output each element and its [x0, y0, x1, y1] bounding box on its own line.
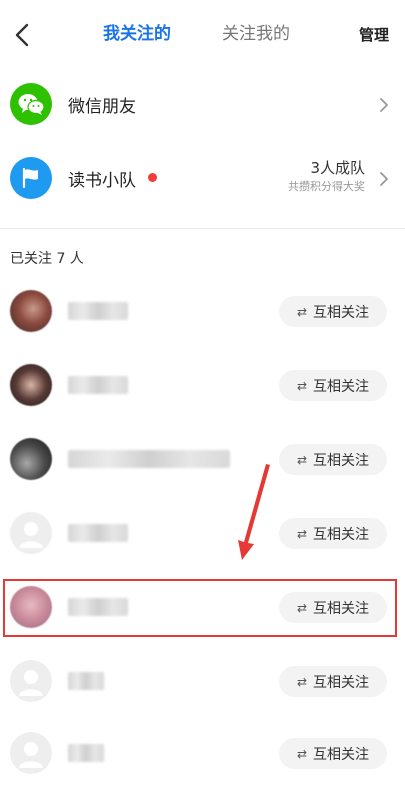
list-item[interactable]: ⇄ 互相关注 — [0, 570, 405, 644]
swap-icon: ⇄ — [296, 526, 308, 541]
swap-icon: ⇄ — [296, 378, 308, 393]
list-item[interactable]: ⇄ 互相关注 — [0, 716, 405, 790]
blurred-username — [68, 744, 104, 762]
swap-icon: ⇄ — [296, 452, 308, 467]
swap-icon: ⇄ — [296, 600, 308, 615]
mutual-follow-label: 互相关注 — [313, 452, 370, 469]
mutual-follow-button[interactable]: ⇄ 互相关注 — [279, 738, 387, 769]
reading-squad-label: 读书小队 — [68, 171, 136, 191]
blurred-username — [68, 376, 128, 394]
flag-icon — [10, 157, 52, 199]
chevron-right-icon — [380, 98, 388, 112]
mutual-follow-button[interactable]: ⇄ 互相关注 — [279, 444, 387, 475]
mutual-follow-button[interactable]: ⇄ 互相关注 — [279, 666, 387, 697]
list-item[interactable]: ⇄ 互相关注 — [0, 644, 405, 718]
notification-dot — [148, 173, 157, 182]
chevron-right-icon — [380, 172, 388, 186]
squad-info: 3人成队 共攒积分得大奖 — [288, 158, 365, 196]
avatar — [10, 438, 52, 480]
avatar — [10, 660, 52, 702]
mutual-follow-button[interactable]: ⇄ 互相关注 — [279, 518, 387, 549]
blurred-username — [68, 598, 128, 616]
user-placeholder-icon — [19, 670, 43, 696]
mutual-follow-button[interactable]: ⇄ 互相关注 — [279, 296, 387, 327]
blurred-username — [68, 672, 104, 690]
blurred-username — [68, 302, 128, 320]
blurred-username — [68, 524, 128, 542]
swap-icon: ⇄ — [296, 746, 308, 761]
swap-icon: ⇄ — [296, 304, 308, 319]
list-item[interactable]: ⇄ 互相关注 — [0, 422, 405, 496]
mutual-follow-label: 互相关注 — [313, 526, 370, 543]
top-nav-bar: 我关注的 关注我的 管理 — [0, 0, 405, 70]
mutual-follow-label: 互相关注 — [313, 674, 370, 691]
wechat-friends-entry[interactable]: 微信朋友 — [0, 68, 405, 142]
section-divider — [0, 228, 405, 229]
mutual-follow-label: 互相关注 — [313, 600, 370, 617]
squad-count: 3人成队 — [310, 159, 365, 177]
manage-button[interactable]: 管理 — [359, 24, 389, 45]
mutual-follow-button[interactable]: ⇄ 互相关注 — [279, 370, 387, 401]
mutual-follow-label: 互相关注 — [313, 304, 370, 321]
avatar — [10, 364, 52, 406]
squad-hint: 共攒积分得大奖 — [288, 180, 365, 193]
list-item[interactable]: ⇄ 互相关注 — [0, 348, 405, 422]
mutual-follow-label: 互相关注 — [313, 378, 370, 395]
user-placeholder-icon — [19, 742, 43, 768]
tab-following[interactable]: 我关注的 — [103, 22, 171, 46]
chevron-left-icon — [15, 23, 29, 47]
list-item[interactable]: ⇄ 互相关注 — [0, 496, 405, 570]
avatar — [10, 732, 52, 774]
wechat-icon — [10, 83, 52, 125]
tab-followers[interactable]: 关注我的 — [222, 22, 290, 46]
annotation-arrow-icon — [238, 464, 270, 560]
follow-count-label: 已关注 7 人 — [10, 251, 84, 267]
mutual-follow-button[interactable]: ⇄ 互相关注 — [279, 592, 387, 623]
back-icon[interactable] — [10, 20, 34, 50]
wechat-friends-label: 微信朋友 — [68, 97, 136, 117]
blurred-username — [68, 450, 230, 468]
user-placeholder-icon — [19, 522, 43, 548]
avatar — [10, 586, 52, 628]
avatar — [10, 512, 52, 554]
swap-icon: ⇄ — [296, 674, 308, 689]
mutual-follow-label: 互相关注 — [313, 746, 370, 763]
list-item[interactable]: ⇄ 互相关注 — [0, 274, 405, 348]
reading-squad-entry[interactable]: 读书小队 3人成队 共攒积分得大奖 — [0, 142, 405, 216]
avatar — [10, 290, 52, 332]
